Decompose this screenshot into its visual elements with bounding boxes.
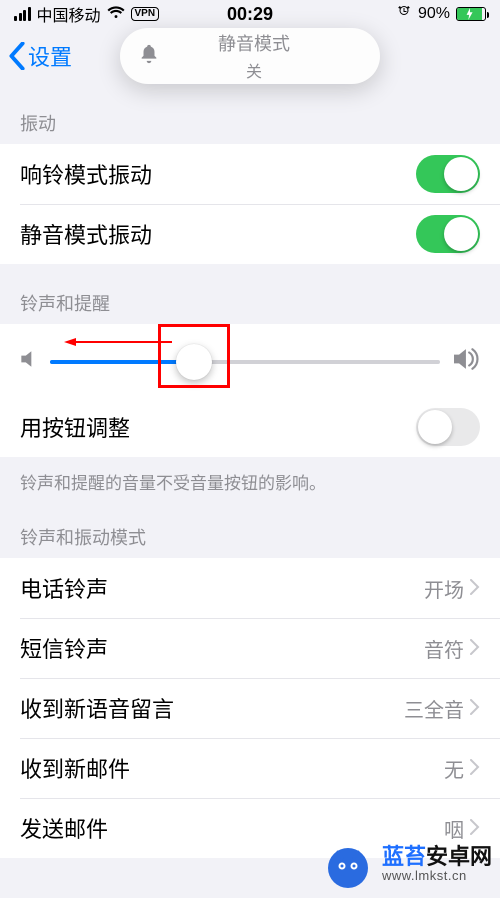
section-header-ringer: 铃声和提醒 xyxy=(0,264,500,324)
row-value: 无 xyxy=(444,754,464,783)
section-header-patterns: 铃声和振动模式 xyxy=(0,512,500,558)
row-value: 三全音 xyxy=(404,694,464,723)
row-label: 收到新语音留言 xyxy=(20,692,404,724)
row-voicemail[interactable]: 收到新语音留言 三全音 xyxy=(0,678,500,738)
volume-low-icon xyxy=(20,349,36,374)
switch-ring-vibrate[interactable] xyxy=(416,155,480,193)
row-value: 开场 xyxy=(424,574,464,603)
mascot-icon xyxy=(322,838,374,890)
section-header-vibrate: 振动 xyxy=(0,84,500,144)
row-new-mail[interactable]: 收到新邮件 无 xyxy=(0,738,500,798)
carrier-label: 中国移动 xyxy=(37,2,101,26)
signal-icon xyxy=(14,7,31,21)
row-ring-vibrate: 响铃模式振动 xyxy=(0,144,500,204)
battery-icon xyxy=(456,7,486,21)
chevron-right-icon xyxy=(470,635,480,661)
chevron-right-icon xyxy=(470,755,480,781)
row-value: 音符 xyxy=(424,634,464,663)
footer-note: 铃声和提醒的音量不受音量按钮的影响。 xyxy=(0,457,500,512)
battery-percent: 90% xyxy=(418,5,450,23)
back-button[interactable]: 设置 xyxy=(8,40,72,72)
toast-title: 静音模式 xyxy=(146,30,362,56)
row-label: 用按钮调整 xyxy=(20,411,416,443)
toast-subtitle: 关 xyxy=(146,58,362,82)
volume-slider[interactable] xyxy=(50,360,440,364)
watermark: 蓝苔安卓网 www.lmkst.cn xyxy=(322,838,492,890)
slider-fill xyxy=(50,360,194,364)
status-bar: 中国移动 VPN 00:29 90% xyxy=(0,0,500,28)
row-label: 电话铃声 xyxy=(20,572,424,604)
chevron-right-icon xyxy=(470,575,480,601)
row-text-tone[interactable]: 短信铃声 音符 xyxy=(0,618,500,678)
row-button-adjust: 用按钮调整 xyxy=(0,397,500,457)
row-label: 静音模式振动 xyxy=(20,218,416,250)
status-left: 中国移动 VPN xyxy=(14,2,159,26)
row-label: 短信铃声 xyxy=(20,632,424,664)
alarm-icon xyxy=(396,4,412,25)
chevron-right-icon xyxy=(470,695,480,721)
wifi-icon xyxy=(107,4,125,25)
vpn-badge: VPN xyxy=(131,7,160,21)
row-label: 响铃模式振动 xyxy=(20,158,416,190)
row-label: 收到新邮件 xyxy=(20,752,444,784)
slider-thumb[interactable] xyxy=(176,344,212,380)
row-silent-vibrate: 静音模式振动 xyxy=(0,204,500,264)
volume-high-icon xyxy=(454,348,480,375)
chevron-left-icon xyxy=(8,42,26,70)
row-ringtone[interactable]: 电话铃声 开场 xyxy=(0,558,500,618)
volume-slider-row xyxy=(0,324,500,397)
status-right: 90% xyxy=(396,4,486,25)
watermark-brand: 蓝苔安卓网 xyxy=(382,845,492,869)
switch-button-adjust[interactable] xyxy=(416,408,480,446)
clock: 00:29 xyxy=(227,4,273,25)
switch-silent-vibrate[interactable] xyxy=(416,215,480,253)
watermark-url: www.lmkst.cn xyxy=(382,869,492,883)
back-label: 设置 xyxy=(28,40,72,72)
annotation-red-arrow xyxy=(64,338,172,346)
silent-mode-toast: 静音模式 关 xyxy=(120,28,380,84)
